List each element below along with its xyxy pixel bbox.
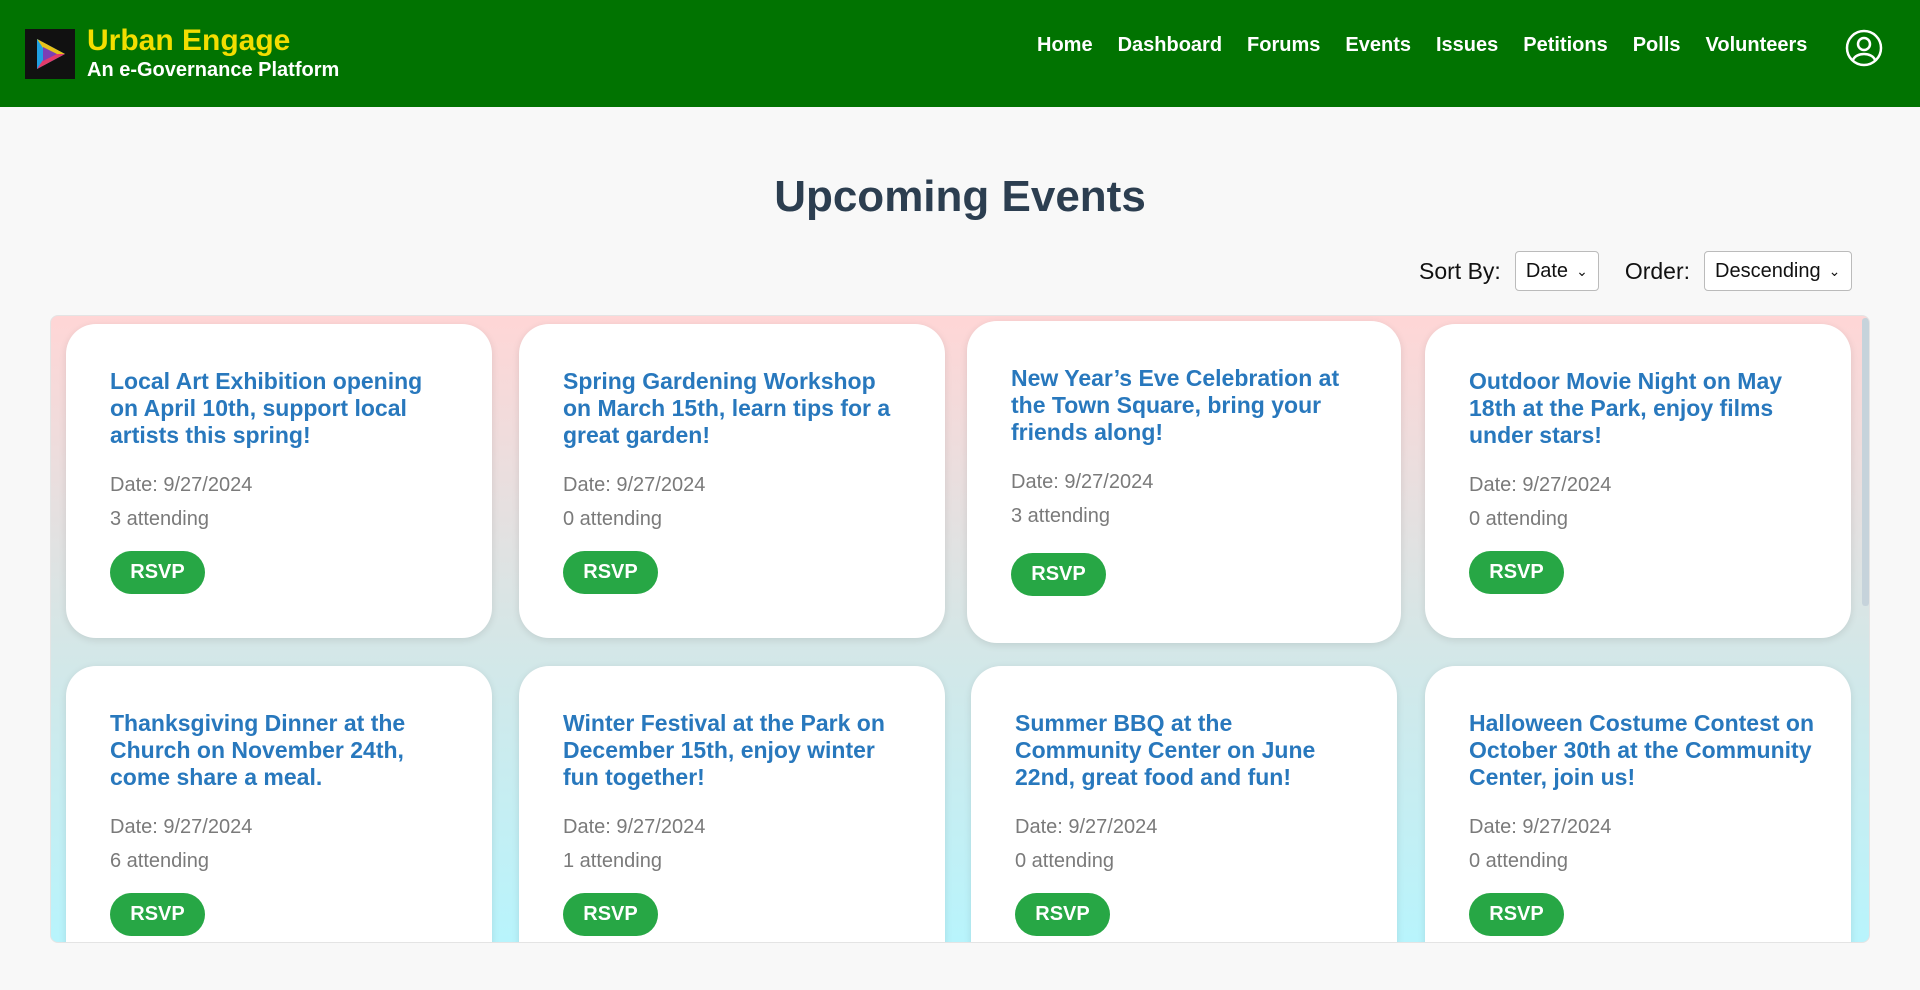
nav-dashboard[interactable]: Dashboard xyxy=(1118,34,1222,57)
event-date: Date: 9/27/2024 xyxy=(110,474,253,496)
rsvp-button[interactable]: RSVP xyxy=(1469,893,1564,936)
event-attending: 0 attending xyxy=(1469,508,1568,530)
rsvp-button[interactable]: RSVP xyxy=(563,551,658,594)
nav-home[interactable]: Home xyxy=(1037,34,1093,57)
event-title[interactable]: Winter Festival at the Park on December … xyxy=(563,710,909,791)
event-card: Halloween Costume Contest on October 30t… xyxy=(1425,666,1851,942)
event-card: Local Art Exhibition opening on April 10… xyxy=(66,324,492,638)
brand-subtitle: An e-Governance Platform xyxy=(87,59,340,81)
rsvp-button[interactable]: RSVP xyxy=(1011,553,1106,596)
rsvp-button[interactable]: RSVP xyxy=(1469,551,1564,594)
page-title: Upcoming Events xyxy=(774,172,1146,221)
nav-polls[interactable]: Polls xyxy=(1633,34,1681,57)
event-date: Date: 9/27/2024 xyxy=(1469,474,1612,496)
order-value: Descending xyxy=(1715,259,1821,282)
events-grid: Local Art Exhibition opening on April 10… xyxy=(50,315,1870,943)
event-date: Date: 9/27/2024 xyxy=(110,816,253,838)
order-select[interactable]: Descending ⌄ xyxy=(1704,251,1852,291)
sort-by-label: Sort By: xyxy=(1419,257,1501,284)
rsvp-button[interactable]: RSVP xyxy=(110,893,205,936)
main-nav: Home Dashboard Forums Events Issues Peti… xyxy=(1037,34,1832,57)
event-title[interactable]: Thanksgiving Dinner at the Church on Nov… xyxy=(110,710,456,791)
event-date: Date: 9/27/2024 xyxy=(1015,816,1158,838)
event-date: Date: 9/27/2024 xyxy=(563,816,706,838)
event-card: New Year’s Eve Celebration at the Town S… xyxy=(967,321,1401,643)
event-attending: 6 attending xyxy=(110,850,209,872)
event-attending: 0 attending xyxy=(563,508,662,530)
sort-controls: Sort By: Date ⌄ Order: Descending ⌄ xyxy=(1419,251,1852,291)
event-title[interactable]: Summer BBQ at the Community Center on Ju… xyxy=(1015,710,1361,791)
rsvp-button[interactable]: RSVP xyxy=(110,551,205,594)
event-card: Thanksgiving Dinner at the Church on Nov… xyxy=(66,666,492,942)
nav-issues[interactable]: Issues xyxy=(1436,34,1498,57)
event-title[interactable]: Halloween Costume Contest on October 30t… xyxy=(1469,710,1815,791)
order-label: Order: xyxy=(1624,257,1690,284)
nav-volunteers[interactable]: Volunteers xyxy=(1706,34,1808,57)
nav-events[interactable]: Events xyxy=(1345,34,1411,57)
event-title[interactable]: Outdoor Movie Night on May 18th at the P… xyxy=(1469,368,1815,449)
chevron-down-icon: ⌄ xyxy=(1828,262,1841,279)
scrollbar[interactable] xyxy=(1862,318,1869,606)
logo[interactable] xyxy=(25,29,75,79)
sort-by-select[interactable]: Date ⌄ xyxy=(1514,251,1599,291)
top-header: Urban Engage An e-Governance Platform Ho… xyxy=(0,0,1920,107)
event-card: Spring Gardening Workshop on March 15th,… xyxy=(519,324,945,638)
nav-forums[interactable]: Forums xyxy=(1247,34,1320,57)
brand-title: Urban Engage xyxy=(87,24,291,57)
event-date: Date: 9/27/2024 xyxy=(563,474,706,496)
event-attending: 3 attending xyxy=(1011,505,1110,527)
rsvp-button[interactable]: RSVP xyxy=(563,893,658,936)
event-title[interactable]: Spring Gardening Workshop on March 15th,… xyxy=(563,368,909,449)
event-date: Date: 9/27/2024 xyxy=(1011,471,1154,493)
rsvp-button[interactable]: RSVP xyxy=(1015,893,1110,936)
event-attending: 0 attending xyxy=(1015,850,1114,872)
event-attending: 0 attending xyxy=(1469,850,1568,872)
nav-petitions[interactable]: Petitions xyxy=(1523,34,1607,57)
sort-by-value: Date xyxy=(1525,259,1569,282)
event-attending: 3 attending xyxy=(110,508,209,530)
event-card: Summer BBQ at the Community Center on Ju… xyxy=(971,666,1397,942)
event-attending: 1 attending xyxy=(563,850,662,872)
event-card: Winter Festival at the Park on December … xyxy=(519,666,945,942)
event-date: Date: 9/27/2024 xyxy=(1469,816,1612,838)
user-circle-icon[interactable] xyxy=(1845,29,1883,67)
chevron-down-icon: ⌄ xyxy=(1576,262,1588,279)
event-title[interactable]: Local Art Exhibition opening on April 10… xyxy=(110,368,456,449)
event-card: Outdoor Movie Night on May 18th at the P… xyxy=(1425,324,1851,638)
event-title[interactable]: New Year’s Eve Celebration at the Town S… xyxy=(1011,365,1365,446)
